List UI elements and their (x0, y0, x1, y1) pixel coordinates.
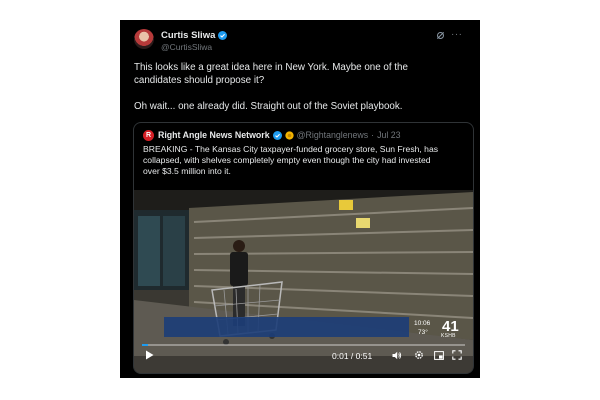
video-player[interactable]: 10:06 73° 41 KSHB 0:01 / 0:51 (134, 190, 473, 373)
affiliate-badge-icon (284, 130, 294, 140)
settings-gear-icon[interactable] (414, 350, 424, 360)
video-progress-fill (142, 344, 149, 346)
author-name-row[interactable]: Curtis Sliwa (161, 30, 228, 41)
quoted-tweet[interactable]: R Right Angle News Network @Rightanglene… (133, 122, 474, 374)
tweet-text-line-1: This looks like a great idea here in New… (134, 62, 408, 73)
grok-icon[interactable] (436, 31, 445, 40)
overlay-temp: 73° (418, 329, 428, 336)
quoted-text-line-3: over $3.5 million into it. (143, 166, 231, 176)
tweet-text-line-2: candidates should propose it? (134, 75, 265, 86)
overlay-callsign: KSHB (441, 333, 456, 339)
quoted-separator: · (371, 130, 375, 140)
fullscreen-icon[interactable] (452, 350, 462, 360)
video-scrubber[interactable] (142, 344, 465, 346)
volume-icon[interactable] (392, 351, 402, 360)
video-time: 0:01 / 0:51 (332, 351, 373, 361)
quoted-avatar-logo[interactable]: R (143, 130, 154, 141)
picture-in-picture-icon[interactable] (434, 351, 444, 360)
quoted-handle[interactable]: @Rightanglenews (297, 130, 369, 140)
author-avatar[interactable] (134, 29, 154, 49)
tweet-card[interactable]: Curtis Sliwa @CurtisSliwa ··· This looks… (120, 20, 480, 378)
quoted-header[interactable]: Right Angle News Network @Rightanglenews… (158, 130, 401, 140)
quoted-text-line-1: BREAKING - The Kansas City taxpayer-fund… (143, 144, 439, 154)
more-icon[interactable]: ··· (451, 29, 463, 40)
quoted-author-name[interactable]: Right Angle News Network (158, 130, 270, 140)
play-icon[interactable] (145, 350, 154, 360)
overlay-time: 10:06 (414, 320, 431, 327)
quoted-text-line-2: collapsed, with shelves completely empty… (143, 155, 431, 165)
author-handle[interactable]: @CurtisSliwa (161, 42, 212, 52)
verified-badge-icon (272, 130, 282, 140)
quoted-date[interactable]: Jul 23 (377, 130, 400, 140)
verified-badge-icon (218, 31, 228, 40)
author-name[interactable]: Curtis Sliwa (161, 30, 215, 41)
tweet-text-line-3: Oh wait... one already did. Straight out… (134, 101, 403, 112)
